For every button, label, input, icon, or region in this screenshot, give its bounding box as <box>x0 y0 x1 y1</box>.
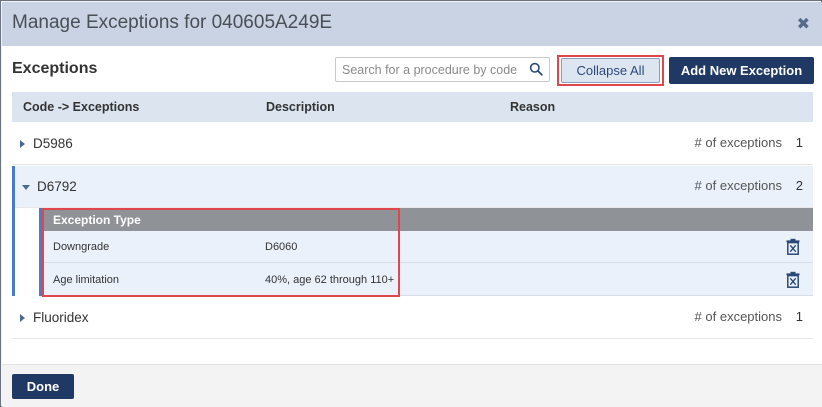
row-code: D5986 <box>33 136 73 151</box>
dialog-footer: Done <box>2 364 822 407</box>
search-icon[interactable] <box>529 62 543 76</box>
table-row-d5986[interactable]: D5986 # of exceptions 1 <box>12 123 813 165</box>
row-code: Fluoridex <box>33 310 89 325</box>
row-code: D6792 <box>37 179 77 194</box>
table-row-fluoridex[interactable]: Fluoridex # of exceptions 1 <box>12 297 813 339</box>
add-new-exception-button[interactable]: Add New Exception <box>669 57 814 84</box>
dialog-titlebar: Manage Exceptions for 040605A249E ✖ <box>2 2 822 46</box>
row-count: 1 <box>795 135 803 150</box>
row-count: 1 <box>795 309 803 324</box>
row-count-label: # of exceptions <box>694 178 782 193</box>
expand-caret-icon[interactable] <box>20 140 25 148</box>
row-count-label: # of exceptions <box>694 135 782 150</box>
row-count-label: # of exceptions <box>694 309 782 324</box>
search-box <box>335 57 550 82</box>
delete-icon[interactable] <box>786 271 800 288</box>
search-input[interactable] <box>342 61 526 79</box>
collapse-caret-icon[interactable] <box>22 185 30 190</box>
section-title: Exceptions <box>12 60 98 77</box>
column-header-description[interactable]: Description <box>266 100 335 114</box>
dialog-content: Exceptions Collapse All Add New Exceptio… <box>2 46 822 364</box>
expanded-indicator <box>12 166 15 296</box>
row-count: 2 <box>795 178 803 193</box>
table-header: Code -> Exceptions Description Reason <box>12 92 813 122</box>
close-icon[interactable]: ✖ <box>797 14 810 34</box>
collapse-all-button[interactable]: Collapse All <box>561 58 660 83</box>
delete-icon[interactable] <box>786 238 800 255</box>
table-row-d6792[interactable]: D6792 # of exceptions 2 <box>12 166 813 208</box>
column-header-reason[interactable]: Reason <box>510 100 555 114</box>
dialog-title: Manage Exceptions for 040605A249E <box>12 12 333 33</box>
column-header-code[interactable]: Code -> Exceptions <box>23 100 139 114</box>
exception-highlight-box <box>42 208 400 297</box>
manage-exceptions-dialog: Manage Exceptions for 040605A249E ✖ Exce… <box>0 0 822 407</box>
done-button[interactable]: Done <box>12 374 74 399</box>
expand-caret-icon[interactable] <box>20 314 25 322</box>
